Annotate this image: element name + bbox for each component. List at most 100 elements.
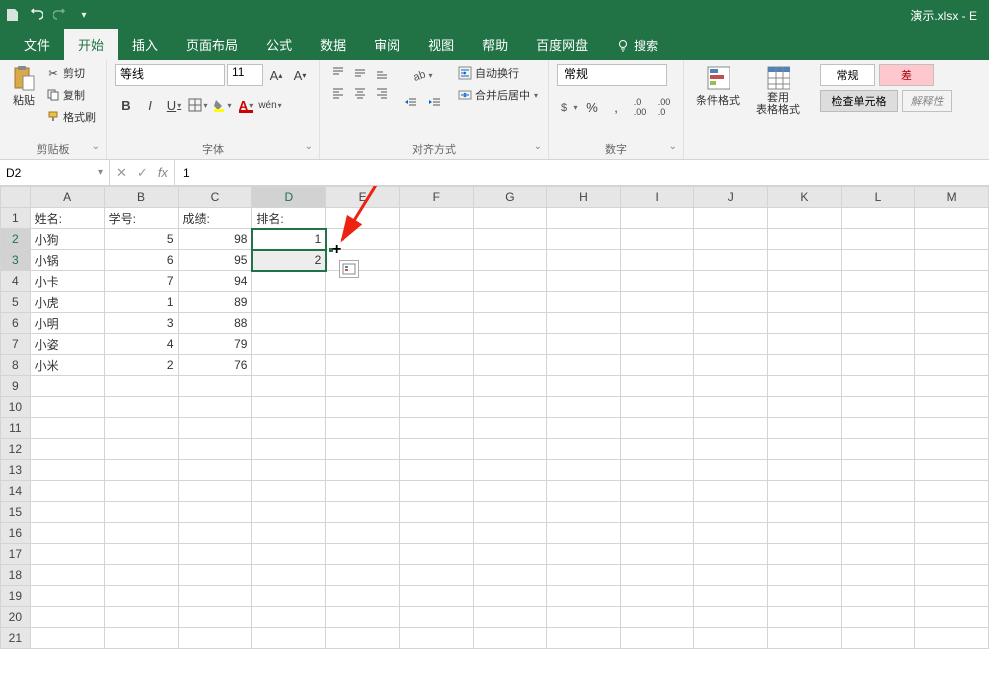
cell-B15[interactable] bbox=[104, 502, 178, 523]
cell-G5[interactable] bbox=[473, 292, 547, 313]
cell-J8[interactable] bbox=[694, 355, 768, 376]
cell-J6[interactable] bbox=[694, 313, 768, 334]
cell-M15[interactable] bbox=[915, 502, 989, 523]
cell-H5[interactable] bbox=[547, 292, 621, 313]
cell-F13[interactable] bbox=[399, 460, 473, 481]
cell-G16[interactable] bbox=[473, 523, 547, 544]
font-size-select[interactable]: 11 bbox=[227, 64, 263, 86]
cell-C14[interactable] bbox=[178, 481, 252, 502]
cell-C5[interactable]: 89 bbox=[178, 292, 252, 313]
cell-L8[interactable] bbox=[841, 355, 915, 376]
cell-C7[interactable]: 79 bbox=[178, 334, 252, 355]
cell-F21[interactable] bbox=[399, 628, 473, 649]
cell-J16[interactable] bbox=[694, 523, 768, 544]
cell-G13[interactable] bbox=[473, 460, 547, 481]
cell-L15[interactable] bbox=[841, 502, 915, 523]
cell-A21[interactable] bbox=[30, 628, 104, 649]
cell-L18[interactable] bbox=[841, 565, 915, 586]
cell-A7[interactable]: 小姿 bbox=[30, 334, 104, 355]
tab-help[interactable]: 帮助 bbox=[468, 29, 522, 60]
spreadsheet-grid[interactable]: ABCDEFGHIJKLM1姓名:学号:成绩:排名:2小狗59813小锅6952… bbox=[0, 186, 989, 649]
cell-I9[interactable] bbox=[620, 376, 694, 397]
cell-I16[interactable] bbox=[620, 523, 694, 544]
align-left-icon[interactable] bbox=[328, 84, 348, 102]
percent-button[interactable]: % bbox=[581, 96, 603, 118]
cell-G4[interactable] bbox=[473, 271, 547, 292]
cell-I15[interactable] bbox=[620, 502, 694, 523]
cell-E14[interactable] bbox=[326, 481, 400, 502]
cell-D12[interactable] bbox=[252, 439, 326, 460]
conditional-formatting-button[interactable]: 条件格式 bbox=[692, 64, 744, 110]
cell-B2[interactable]: 5 bbox=[104, 229, 178, 250]
cell-M9[interactable] bbox=[915, 376, 989, 397]
cell-J3[interactable] bbox=[694, 250, 768, 271]
fx-icon[interactable]: fx bbox=[158, 165, 168, 180]
cell-C18[interactable] bbox=[178, 565, 252, 586]
cell-C12[interactable] bbox=[178, 439, 252, 460]
cell-I1[interactable] bbox=[620, 208, 694, 229]
cell-J7[interactable] bbox=[694, 334, 768, 355]
cell-D21[interactable] bbox=[252, 628, 326, 649]
cell-D5[interactable] bbox=[252, 292, 326, 313]
cell-I5[interactable] bbox=[620, 292, 694, 313]
cell-F18[interactable] bbox=[399, 565, 473, 586]
cell-H13[interactable] bbox=[547, 460, 621, 481]
cell-F17[interactable] bbox=[399, 544, 473, 565]
paste-button[interactable]: 粘贴 bbox=[8, 64, 40, 110]
cell-K10[interactable] bbox=[768, 397, 842, 418]
increase-indent-icon[interactable] bbox=[424, 92, 446, 114]
tab-home[interactable]: 开始 bbox=[64, 29, 118, 60]
cell-F14[interactable] bbox=[399, 481, 473, 502]
cell-F9[interactable] bbox=[399, 376, 473, 397]
cell-A13[interactable] bbox=[30, 460, 104, 481]
cell-L12[interactable] bbox=[841, 439, 915, 460]
orientation-button[interactable]: ab▾ bbox=[400, 64, 446, 86]
cell-G19[interactable] bbox=[473, 586, 547, 607]
cell-G21[interactable] bbox=[473, 628, 547, 649]
redo-icon[interactable] bbox=[52, 7, 68, 23]
cell-B6[interactable]: 3 bbox=[104, 313, 178, 334]
tab-insert[interactable]: 插入 bbox=[118, 29, 172, 60]
accounting-format-button[interactable]: $▾ bbox=[557, 96, 579, 118]
number-format-select[interactable]: 常规 bbox=[557, 64, 667, 86]
cell-B18[interactable] bbox=[104, 565, 178, 586]
cell-J14[interactable] bbox=[694, 481, 768, 502]
row-header-9[interactable]: 9 bbox=[1, 376, 31, 397]
row-header-12[interactable]: 12 bbox=[1, 439, 31, 460]
row-header-8[interactable]: 8 bbox=[1, 355, 31, 376]
cell-M4[interactable] bbox=[915, 271, 989, 292]
cell-E11[interactable] bbox=[326, 418, 400, 439]
cell-K12[interactable] bbox=[768, 439, 842, 460]
cell-K16[interactable] bbox=[768, 523, 842, 544]
cell-A6[interactable]: 小明 bbox=[30, 313, 104, 334]
cell-A4[interactable]: 小卡 bbox=[30, 271, 104, 292]
save-icon[interactable] bbox=[4, 7, 20, 23]
cell-G2[interactable] bbox=[473, 229, 547, 250]
font-name-select[interactable]: 等线 bbox=[115, 64, 225, 86]
cell-A16[interactable] bbox=[30, 523, 104, 544]
formula-input[interactable]: 1 bbox=[175, 160, 989, 185]
row-header-17[interactable]: 17 bbox=[1, 544, 31, 565]
cell-D2[interactable]: 1 bbox=[252, 229, 326, 250]
cell-I4[interactable] bbox=[620, 271, 694, 292]
cell-M21[interactable] bbox=[915, 628, 989, 649]
cell-L2[interactable] bbox=[841, 229, 915, 250]
cell-I11[interactable] bbox=[620, 418, 694, 439]
cell-B8[interactable]: 2 bbox=[104, 355, 178, 376]
align-top-icon[interactable] bbox=[328, 64, 348, 82]
cell-I19[interactable] bbox=[620, 586, 694, 607]
cell-C11[interactable] bbox=[178, 418, 252, 439]
decrease-indent-icon[interactable] bbox=[400, 92, 422, 114]
cell-H7[interactable] bbox=[547, 334, 621, 355]
align-middle-icon[interactable] bbox=[350, 64, 370, 82]
cell-I6[interactable] bbox=[620, 313, 694, 334]
row-header-11[interactable]: 11 bbox=[1, 418, 31, 439]
cell-M20[interactable] bbox=[915, 607, 989, 628]
cell-I20[interactable] bbox=[620, 607, 694, 628]
cell-L7[interactable] bbox=[841, 334, 915, 355]
cell-K4[interactable] bbox=[768, 271, 842, 292]
cell-H19[interactable] bbox=[547, 586, 621, 607]
cell-D7[interactable] bbox=[252, 334, 326, 355]
cell-F11[interactable] bbox=[399, 418, 473, 439]
cell-F4[interactable] bbox=[399, 271, 473, 292]
